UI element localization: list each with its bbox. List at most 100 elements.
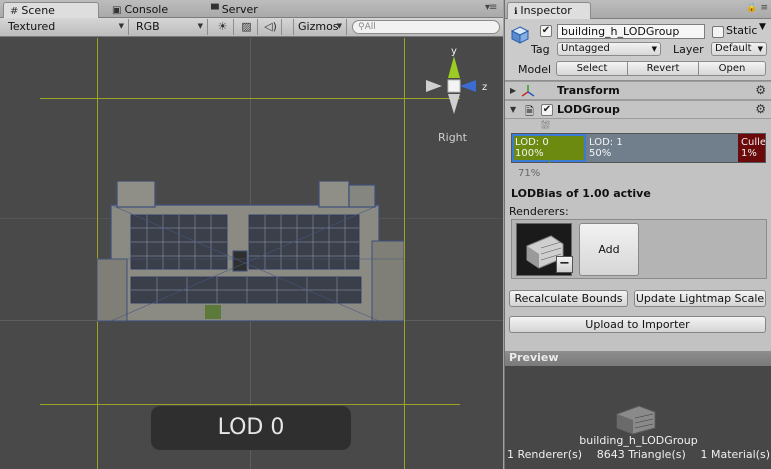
lod-bar[interactable]: LOD: 0 100% LOD: 1 50% Culled 1% — [511, 133, 766, 163]
preview-model — [616, 405, 656, 435]
z-axis-cone — [460, 80, 476, 92]
preview-stats: 1 Renderer(s) 8643 Triangle(s) 1 Materia… — [507, 448, 770, 461]
lodgroup-enabled-checkbox[interactable]: ✔ — [541, 104, 553, 116]
tab-inspector-label: Inspector — [520, 4, 572, 17]
lock-icon[interactable]: 🔒 — [746, 3, 757, 13]
tab-server[interactable]: ▀ Server — [205, 2, 295, 18]
search-placeholder: All — [364, 22, 376, 32]
bounds-guide-line — [40, 98, 460, 99]
render-mode-dropdown[interactable]: Textured ▼ — [4, 19, 129, 35]
scene-viewport[interactable]: y z Right LOD 0 — [0, 38, 503, 469]
color-mode-value: RGB — [136, 20, 160, 33]
model-revert-button[interactable]: Revert — [627, 61, 699, 76]
lod-segment-1-label: LOD: 1 — [589, 137, 623, 148]
tag-label: Tag — [531, 43, 550, 56]
triangle-count: 8643 Triangle(s) — [596, 448, 686, 461]
chevron-down-icon[interactable]: ▼ — [759, 22, 766, 32]
script-icon: 🗎 — [525, 105, 534, 118]
model-select-button[interactable]: Select — [556, 61, 628, 76]
upload-to-importer-button[interactable]: Upload to Importer — [509, 316, 766, 333]
lodgroup-component-header[interactable]: ▼ 🗎 ✔ LODGroup ⚙ — [505, 100, 771, 119]
static-checkbox[interactable] — [712, 26, 724, 38]
lod-segment-culled-label: Culled — [741, 137, 765, 148]
y-axis-cone — [448, 56, 460, 78]
model-open-button[interactable]: Open — [698, 61, 766, 76]
color-mode-dropdown[interactable]: RGB ▼ — [132, 19, 208, 35]
y-axis-label: y — [451, 46, 457, 57]
lod-segment-0-label: LOD: 0 — [515, 137, 549, 148]
tab-inspector[interactable]: ℹ Inspector — [507, 2, 591, 19]
chevron-down-icon: ▼ — [651, 45, 657, 53]
inspector-panel: ℹ Inspector 🔒 ≡ ✔ building_h_LODGroup Sta… — [504, 0, 771, 469]
tab-console-label: Console — [124, 3, 169, 16]
tab-console[interactable]: ▣ Console — [106, 2, 200, 18]
active-checkbox[interactable]: ✔ — [540, 25, 552, 37]
layer-dropdown[interactable]: Default ▼ — [711, 42, 767, 56]
view-orientation-label: Right — [438, 131, 467, 144]
gear-icon[interactable]: ⚙ — [755, 83, 766, 97]
camera-icon[interactable]: ⛆ — [541, 119, 550, 133]
object-name-field[interactable]: building_h_LODGroup — [557, 24, 705, 39]
panel-menu-icon[interactable]: ≡ — [760, 3, 768, 13]
z-axis-label: z — [482, 82, 487, 93]
gizmos-label: Gizmos — [298, 20, 339, 33]
lod-segment-culled-percent: 1% — [741, 148, 757, 159]
lod-overlay-label: LOD 0 — [151, 406, 351, 450]
lod-segment-1-percent: 50% — [589, 148, 612, 159]
neg-z-cone — [426, 80, 442, 92]
audio-toggle-button[interactable]: ◁) — [260, 19, 282, 35]
tab-server-label: Server — [221, 3, 258, 16]
inspector-tabstrip: ℹ Inspector 🔒 ≡ — [505, 0, 771, 19]
lod-segment-0-percent: 100% — [515, 148, 544, 159]
layer-label: Layer — [673, 43, 704, 56]
lighting-toggle-button[interactable]: ☀ — [212, 19, 234, 35]
tag-value: Untagged — [561, 43, 610, 54]
remove-renderer-button[interactable]: − — [556, 256, 573, 273]
tag-dropdown[interactable]: Untagged ▼ — [557, 42, 661, 56]
current-lod-percent: 71% — [518, 168, 541, 179]
lodgroup-label: LODGroup — [557, 103, 620, 116]
speaker-icon: ◁) — [264, 20, 277, 33]
lod-segment-culled[interactable]: Culled 1% — [738, 134, 765, 162]
fold-arrow-icon[interactable]: ▼ — [510, 105, 516, 114]
chevron-down-icon: ▼ — [118, 22, 124, 30]
preview-header[interactable]: Preview — [505, 351, 771, 366]
layer-value: Default — [715, 43, 752, 54]
renderers-list: − Add — [511, 219, 767, 279]
panel-menu-icon[interactable]: ▾≡ — [485, 2, 497, 13]
scene-search-input[interactable]: ⚲All — [352, 20, 500, 34]
camera-position-marker[interactable] — [549, 135, 550, 163]
fold-arrow-icon[interactable]: ▶ — [510, 86, 516, 95]
gizmo-center — [447, 79, 461, 93]
inspector-header-icons[interactable]: 🔒 ≡ — [746, 3, 768, 13]
update-lightmap-scale-button[interactable]: Update Lightmap Scale — [634, 290, 766, 307]
cube-icon — [510, 26, 530, 44]
add-renderer-button[interactable]: Add — [579, 223, 639, 276]
search-icon: ⚲ — [358, 22, 365, 32]
renderer-count: 1 Renderer(s) — [507, 448, 583, 461]
neg-y-cone — [448, 94, 460, 114]
material-count: 1 Material(s) — [700, 448, 770, 461]
recalculate-bounds-button[interactable]: Recalculate Bounds — [509, 290, 628, 307]
lodbias-text: LODBias of 1.00 active — [511, 187, 651, 200]
bounds-guide-line — [40, 404, 460, 405]
chevron-down-icon: ▼ — [197, 22, 203, 30]
scene-toolbar: Textured ▼ RGB ▼ ☀ ▨ ◁) Gizmos ▼ ⚲All — [0, 18, 503, 37]
lod-segment-1[interactable]: LOD: 1 50% — [586, 134, 738, 162]
transform-component-header[interactable]: ▶ Transform ⚙ — [505, 81, 771, 100]
image-toggle-button[interactable]: ▨ — [236, 19, 258, 35]
preview-area[interactable]: building_h_LODGroup 1 Renderer(s) 8643 T… — [505, 366, 771, 469]
renderers-label: Renderers: — [509, 205, 569, 218]
server-icon: ▀ — [211, 5, 219, 16]
gear-icon[interactable]: ⚙ — [755, 102, 766, 116]
chevron-down-icon: ▼ — [336, 22, 342, 30]
gameobject-header: ✔ building_h_LODGroup Static ▼ Tag Untag… — [505, 19, 771, 81]
static-label: Static — [726, 24, 758, 37]
image-icon: ▨ — [241, 20, 252, 33]
scene-tabstrip: # Scene ▣ Console ▀ Server ▾≡ — [0, 0, 503, 18]
building-model[interactable] — [97, 181, 404, 322]
gizmos-dropdown[interactable]: Gizmos ▼ — [293, 19, 347, 35]
render-mode-value: Textured — [8, 20, 56, 33]
tab-scene[interactable]: # Scene — [3, 2, 99, 18]
orientation-gizmo[interactable]: y z — [420, 44, 500, 134]
